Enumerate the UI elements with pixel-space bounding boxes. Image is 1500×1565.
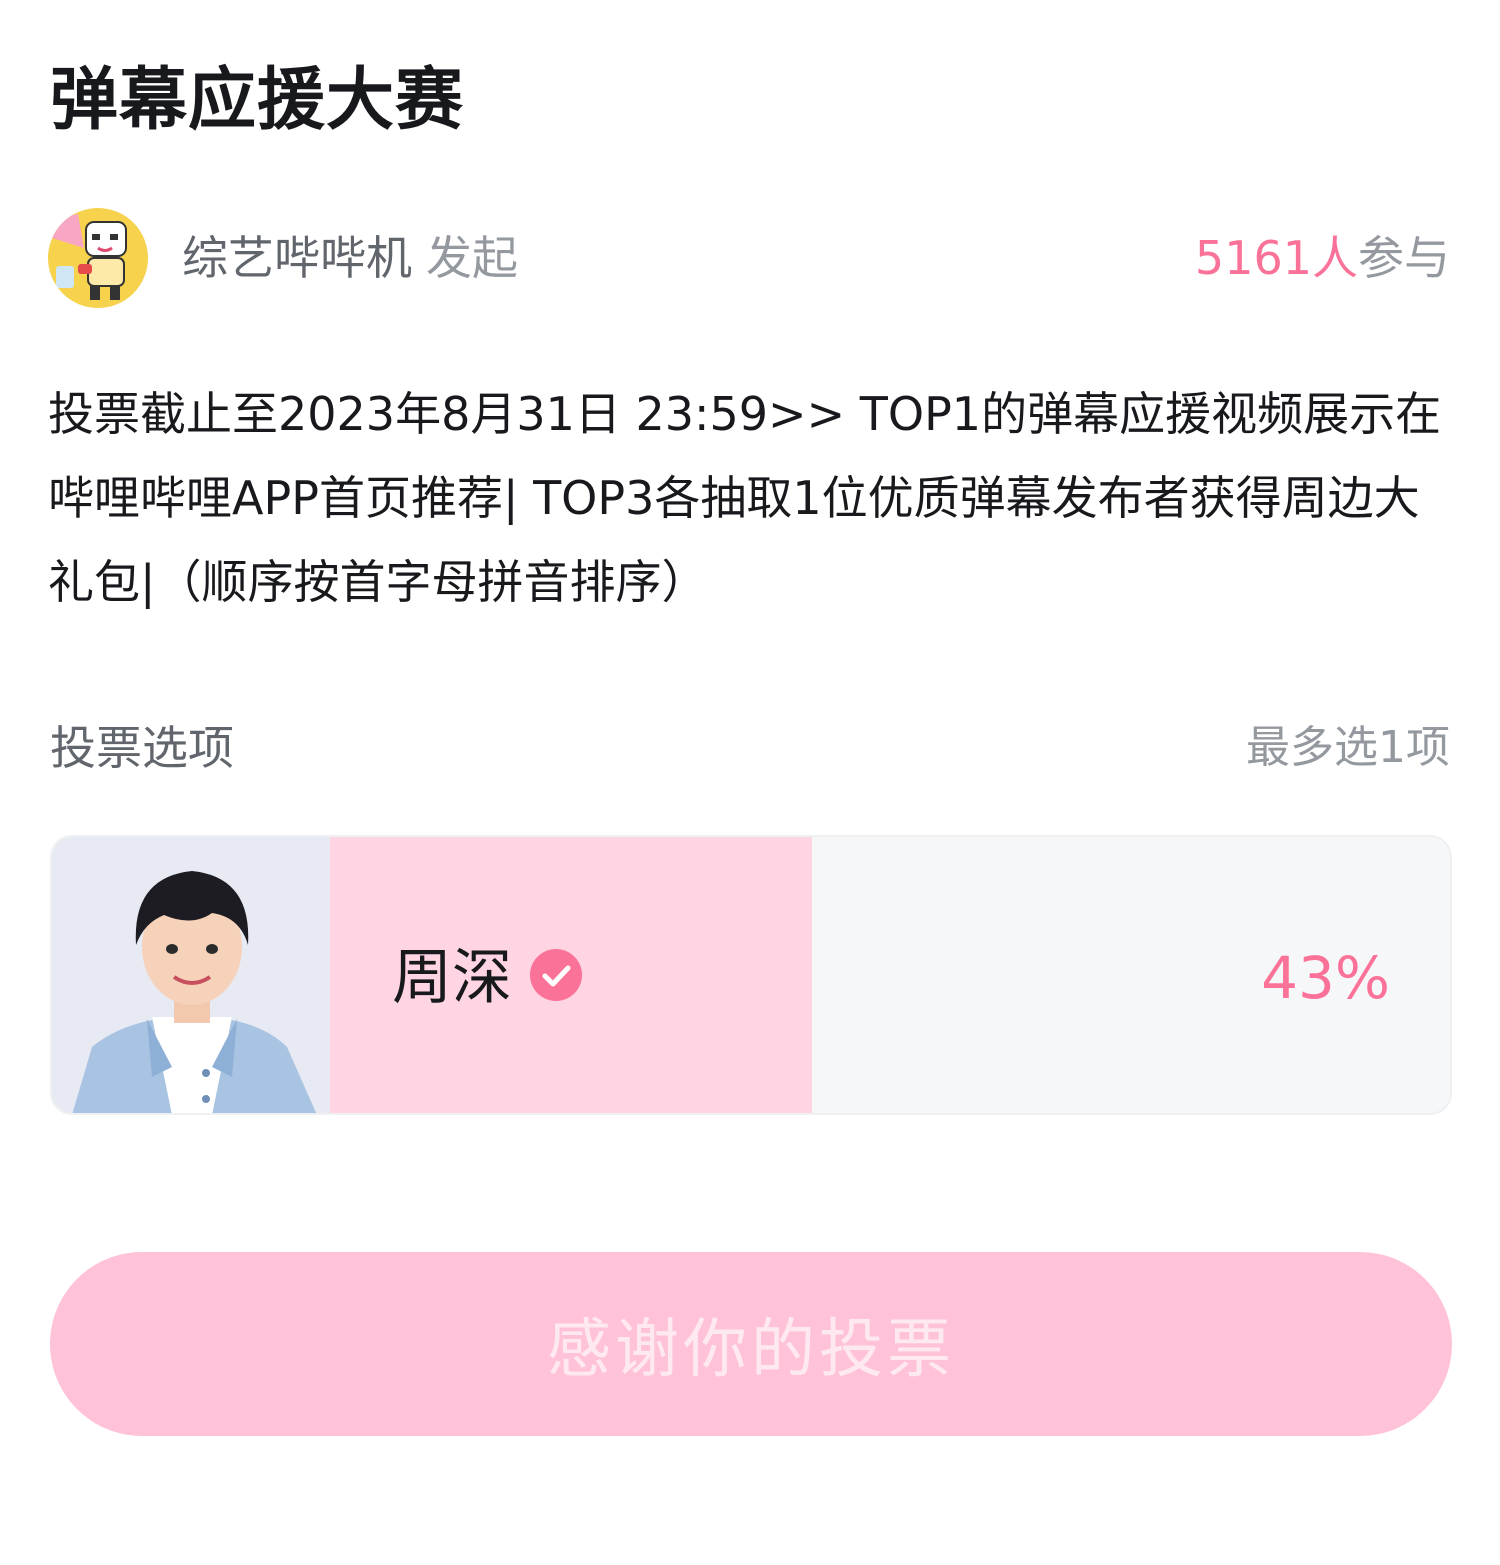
options-limit: 最多选1项: [1246, 722, 1450, 773]
author-avatar[interactable]: [48, 208, 148, 308]
options-header: 投票选项 最多选1项: [50, 716, 1450, 780]
candidate-portrait-photo-icon: [52, 837, 330, 1113]
author-row: 综艺哔哔机 发起 5161人参与: [48, 208, 1450, 308]
vote-description: 投票截止至2023年8月31日 23:59>> TOP1的弹幕应援视频展示在哔哩…: [48, 387, 1442, 609]
participants-number: 5161人: [1194, 231, 1358, 285]
participants-count: 5161人参与: [1195, 228, 1450, 288]
author-line: 综艺哔哔机 发起: [182, 228, 518, 288]
thanks-vote-button[interactable]: 感谢你的投票: [50, 1252, 1452, 1436]
author-name[interactable]: 综艺哔哔机: [182, 231, 412, 285]
page-title: 弹幕应援大赛: [50, 61, 465, 140]
author-action-label: 发起: [426, 231, 518, 285]
candidate-photo: [52, 837, 330, 1113]
vote-option[interactable]: 周深 43%: [50, 835, 1452, 1115]
participants-label: 参与: [1358, 231, 1450, 285]
option-percent: 43%: [1261, 944, 1390, 1012]
check-circle-icon: [530, 949, 582, 1001]
vote-button-label: 感谢你的投票: [547, 1313, 955, 1387]
variety-show-mascot-avatar-icon: [48, 208, 148, 308]
options-title: 投票选项: [50, 721, 234, 775]
option-name: 周深: [392, 943, 512, 1013]
